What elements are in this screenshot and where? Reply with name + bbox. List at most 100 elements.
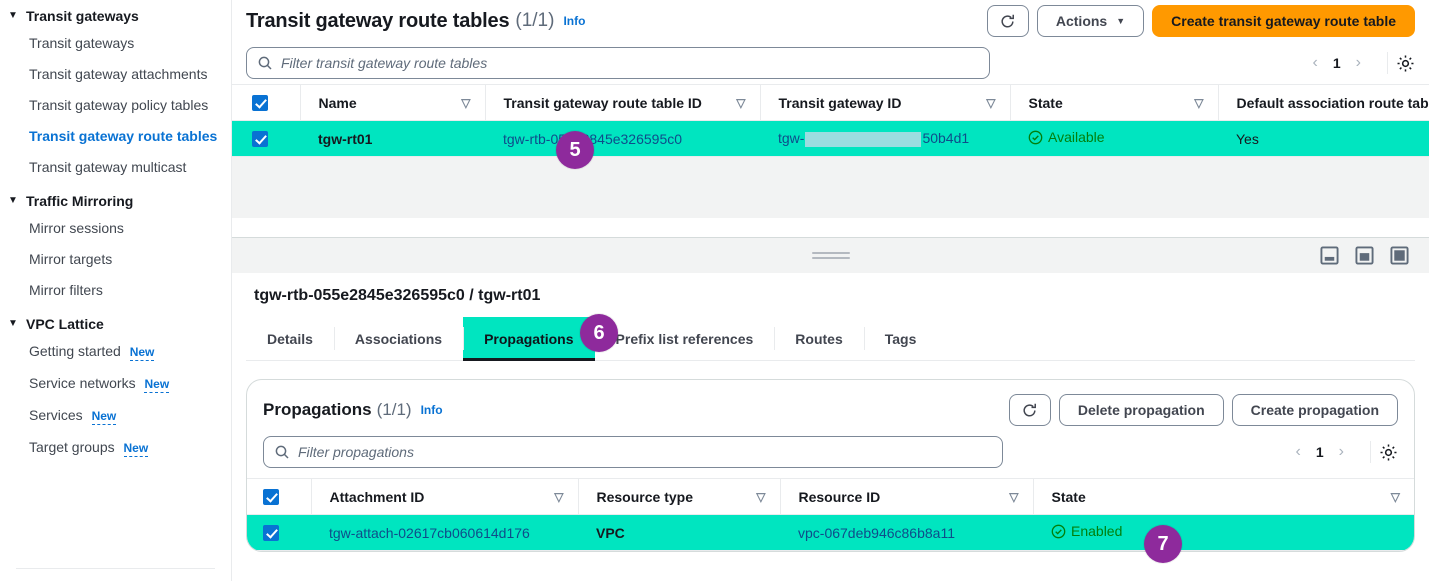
tab-routes[interactable]: Routes [774, 317, 863, 360]
resource-id-link[interactable]: vpc-067deb946c86b8a11 [798, 525, 955, 541]
sidebar-item-service-networks[interactable]: Service networks New [0, 368, 231, 400]
row-checkbox[interactable] [252, 131, 268, 148]
sidebar-item-transit-gateways[interactable]: Transit gateways [0, 28, 231, 59]
create-transit-gateway-route-table-button[interactable]: Create transit gateway route table [1152, 5, 1415, 37]
tab-tags[interactable]: Tags [863, 317, 938, 360]
table-header-row: Attachment ID ▽ Resource type ▽ Resource… [247, 477, 1414, 516]
tab-label: Associations [354, 330, 443, 347]
sidebar-item-label: Services [29, 407, 83, 423]
actions-button[interactable]: Actions ▼ [1036, 5, 1145, 37]
info-link[interactable]: Info [563, 14, 585, 28]
sidebar-item-label: Transit gateway route tables [29, 128, 218, 144]
transit-gateway-id-suffix[interactable]: 50b4d1 [922, 130, 969, 146]
page-number[interactable]: 1 [1313, 444, 1327, 460]
create-propagation-button[interactable]: Create propagation [1231, 394, 1398, 426]
gear-icon[interactable] [1396, 54, 1415, 73]
column-header-route-table-id[interactable]: Transit gateway route table ID ▽ [484, 83, 760, 122]
header-actions: Actions ▼ Create transit gateway route t… [986, 5, 1415, 37]
propagations-table: Attachment ID ▽ Resource type ▽ Resource… [247, 477, 1414, 551]
delete-propagation-button[interactable]: Delete propagation [1058, 394, 1224, 426]
row-select-cell [232, 120, 300, 157]
cell-attachment-id: tgw-attach-02617cb060614d176 [311, 514, 578, 551]
sort-icon: ▽ [1390, 489, 1400, 504]
sidebar-item-transit-gateway-attachments[interactable]: Transit gateway attachments [0, 59, 231, 90]
filter-row: Filter transit gateway route tables ‹ 1 … [232, 42, 1429, 84]
table-row[interactable]: tgw-rt01 tgw-rtb-055e2845e326595c0 tgw- 5… [232, 120, 1429, 157]
sidebar-item-mirror-targets[interactable]: Mirror targets [0, 244, 231, 275]
column-header-state[interactable]: State ▽ [1009, 83, 1218, 122]
sidebar-item-label: Target groups [29, 439, 115, 455]
drag-handle-icon[interactable] [811, 249, 850, 262]
tab-prefix-list-references[interactable]: Prefix list references [594, 317, 775, 360]
sidebar-item-getting-started[interactable]: Getting started New [0, 336, 231, 368]
select-all-checkbox[interactable] [252, 95, 268, 112]
resource-type-value: VPC [596, 524, 625, 541]
chevron-left-icon[interactable]: ‹ [1284, 443, 1313, 461]
nav-group-traffic-mirroring[interactable]: ▼ Traffic Mirroring [0, 189, 231, 213]
search-icon [275, 445, 289, 459]
search-icon [258, 56, 272, 70]
transit-gateway-id-prefix[interactable]: tgw- [778, 130, 804, 146]
sidebar-item-services[interactable]: Services New [0, 400, 231, 432]
nav-group-vpc-lattice[interactable]: ▼ VPC Lattice [0, 312, 231, 336]
cell-state: Enabled [1033, 514, 1414, 551]
column-header-state[interactable]: State ▽ [1032, 477, 1414, 516]
nav-group-transit-gateways[interactable]: ▼ Transit gateways [0, 4, 231, 28]
chevron-right-icon[interactable]: › [1327, 443, 1356, 461]
refresh-icon [1001, 14, 1015, 27]
propagations-header: Propagations (1/1) Info Delete propagati… [247, 380, 1414, 432]
row-select-cell [247, 514, 311, 551]
default-association-value: Yes [1236, 130, 1259, 147]
sidebar-item-target-groups[interactable]: Target groups New [0, 432, 231, 464]
column-label: Default association route tabl [1236, 94, 1429, 111]
pagination: ‹ 1 › [1301, 52, 1415, 74]
refresh-propagations-button[interactable] [1008, 394, 1051, 426]
tab-label: Details [267, 330, 313, 347]
chevron-right-icon[interactable]: › [1344, 54, 1373, 72]
column-header-transit-gateway-id[interactable]: Transit gateway ID ▽ [759, 83, 1010, 122]
column-header-attachment-id[interactable]: Attachment ID ▽ [310, 477, 578, 516]
sidebar-item-label: Service networks [29, 375, 136, 391]
panel-size-small-icon[interactable] [1320, 246, 1339, 265]
sidebar-item-label: Mirror sessions [29, 220, 124, 236]
chevron-left-icon[interactable]: ‹ [1301, 54, 1330, 72]
tab-propagations[interactable]: Propagations [463, 317, 596, 361]
sidebar-item-mirror-sessions[interactable]: Mirror sessions [0, 213, 231, 244]
route-tables-table: Name ▽ Transit gateway route table ID ▽ [232, 83, 1429, 157]
split-panel-divider[interactable] [232, 237, 1429, 273]
redaction-block [805, 131, 922, 147]
tab-label: Tags [884, 330, 917, 347]
sidebar-item-transit-gateway-multicast[interactable]: Transit gateway multicast [0, 152, 231, 183]
status-success-icon [1028, 130, 1043, 145]
info-link[interactable]: Info [421, 403, 443, 417]
page-number[interactable]: 1 [1330, 55, 1344, 71]
page-header: Transit gateway route tables (1/1) Info … [232, 0, 1429, 42]
row-checkbox[interactable] [263, 525, 279, 542]
tab-associations[interactable]: Associations [333, 317, 463, 360]
column-header-name[interactable]: Name ▽ [299, 83, 485, 122]
gear-icon[interactable] [1379, 443, 1398, 462]
select-all-checkbox[interactable] [263, 489, 279, 506]
sidebar-item-mirror-filters[interactable]: Mirror filters [0, 275, 231, 306]
refresh-button[interactable] [986, 5, 1029, 37]
new-badge: New [144, 377, 170, 393]
sidebar-item-transit-gateway-route-tables[interactable]: Transit gateway route tables [0, 121, 231, 152]
panel-size-medium-icon[interactable] [1355, 246, 1374, 265]
sidebar-item-transit-gateway-policy-tables[interactable]: Transit gateway policy tables [0, 90, 231, 121]
state-label: Available [1048, 129, 1105, 146]
table-row[interactable]: tgw-attach-02617cb060614d176 VPC vpc-067… [247, 514, 1414, 551]
attachment-id-link[interactable]: tgw-attach-02617cb060614d176 [329, 525, 530, 541]
panel-size-large-icon[interactable] [1390, 246, 1409, 265]
main-content: Transit gateway route tables (1/1) Info … [232, 0, 1429, 581]
column-header-resource-id[interactable]: Resource ID ▽ [779, 477, 1033, 516]
tab-details[interactable]: Details [246, 317, 334, 360]
column-label: Transit gateway ID [778, 94, 902, 111]
column-header-resource-type[interactable]: Resource type ▽ [577, 477, 780, 516]
sidebar-item-label: Mirror filters [29, 282, 103, 298]
propagations-search-input[interactable]: Filter propagations [263, 436, 1003, 468]
nav-group-label: Transit gateways [26, 8, 139, 24]
search-input[interactable]: Filter transit gateway route tables [246, 47, 990, 79]
caret-down-icon: ▼ [8, 195, 18, 206]
column-header-default-association[interactable]: Default association route tabl [1217, 83, 1429, 122]
sort-icon: ▽ [736, 95, 746, 110]
